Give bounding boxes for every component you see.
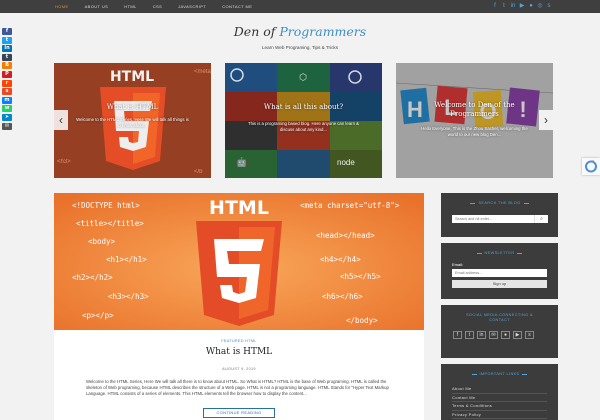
banner-code-tag: <h4></h4> [320,255,361,264]
nav-css[interactable]: CSS [145,4,170,9]
slide-title: What is all this about? [263,103,344,111]
svg-text:</b: </b [194,169,203,175]
slide-welcome[interactable]: H L O ! Welcome to Den of the Programmer… [396,63,553,178]
email-label: Email: [452,262,464,267]
banner-code-tag: <h1></h1> [106,255,147,264]
newsletter-widget: Newsletter Email: Sign up [441,243,558,299]
carousel-next-button[interactable]: › [539,110,553,130]
social-icons-row: f t in ✉ ● ▶ s [453,331,537,339]
email-field[interactable] [452,269,547,277]
nav-html[interactable]: Html [116,4,145,9]
blogger-icon[interactable]: B [2,62,12,70]
nav-home[interactable]: Home [52,4,77,9]
facebook-icon[interactable]: f [453,331,462,339]
slide-title: Welcome to Den of the Programmers [434,101,515,118]
recaptcha-badge[interactable] [582,158,600,175]
banner-code-tag: </body> [346,316,378,325]
linkedin-icon[interactable]: in [510,3,516,9]
banner-code-tag: <h5></h5> [340,272,381,281]
featured-post-image[interactable]: HTML <!DOCTYPE html> <title></title> <body… [54,193,424,330]
featured-post-card: FEATURED HTML What is HTML AUGUST 9, 201… [54,330,424,420]
banner-code-tag: <!DOCTYPE html> [72,201,140,210]
post-categories[interactable]: FEATURED HTML [54,339,424,343]
link-about-me[interactable]: About Me [452,385,547,394]
instagram-icon[interactable]: ◎ [537,3,543,9]
widget-title: Important Links [471,372,528,376]
email-icon[interactable]: ✉ [489,331,498,339]
widget-title: Newsletter [476,251,523,255]
svg-text:node: node [337,158,355,167]
skype-icon[interactable]: s [525,331,534,339]
banner-code-tag: <h6></h6> [322,292,363,301]
linkedin-icon[interactable]: in [477,331,486,339]
stumbleupon-icon[interactable]: s [2,88,12,96]
site-tagline: Learn Web Programing, Tips & Tricks [262,45,338,50]
link-contact-me[interactable]: Contact Me [452,394,547,402]
site-title[interactable]: Den of Programmers [0,24,600,39]
main-menu: Home About Us Html CSS JavaScript Contac… [52,0,260,13]
post-date: AUGUST 9, 2019 [222,367,256,371]
search-input[interactable] [452,215,534,223]
slide-what-is-html[interactable]: HTML <meta <h3> </b What is HTML Welcome… [54,63,211,178]
github-icon[interactable]: ● [528,3,534,9]
svg-text:⬡: ⬡ [299,72,307,82]
social-widget: Social Media Connecting & Contact f t in… [441,305,558,358]
slide-excerpt: Hello Everyone, This is the Zhou Sacher,… [421,126,528,137]
svg-text:HTML: HTML [110,69,154,85]
banner-code-tag: <p></p> [82,311,114,320]
tumblr-icon[interactable]: t [2,53,12,61]
continue-reading-button[interactable]: CONTINUE READING [203,408,275,418]
youtube-icon[interactable]: ▶ [513,331,522,339]
youtube-icon[interactable]: ▶ [519,3,525,9]
site-title-part2: Programmers [279,24,367,39]
slide-what-is-all-this-about[interactable]: ⬡ 🤖 node What is all this about? This is… [225,63,382,178]
top-social-icons: f t in ▶ ● ◎ s [489,3,552,9]
share-bar: f t in t B Pr s m w ➤ ✉ [2,28,12,131]
carousel-prev-button[interactable]: ‹ [54,110,68,130]
slide-excerpt: This is a programing based blog. Here an… [247,121,360,132]
search-widget: Search the Blog ⌕ [441,193,558,237]
recaptcha-icon [585,160,597,173]
email-icon[interactable]: ✉ [2,122,12,130]
banner-code-tag: <head></head> [316,231,375,240]
svg-text:<meta: <meta [194,69,211,75]
whatsapp-icon[interactable]: w [2,105,12,113]
banner-code-tag: <meta charset="utf-8"> [300,201,400,210]
link-terms[interactable]: Terms & Conditions [452,402,547,411]
pinterest-icon[interactable]: P [2,70,12,78]
top-navigation-bar: Home About Us Html CSS JavaScript Contac… [0,0,600,13]
telegram-icon[interactable]: ➤ [2,113,12,121]
github-icon[interactable]: ● [501,331,510,339]
svg-text:<h3>: <h3> [57,159,71,165]
widget-title: Social Media Connecting & Contact [466,313,533,322]
messenger-icon[interactable]: m [2,96,12,104]
banner-code-tag: <body> [88,237,116,246]
nav-javascript[interactable]: JavaScript [170,4,214,9]
nav-about-us[interactable]: About Us [77,4,117,9]
html5-banner-image: HTML <!DOCTYPE html> <title></title> <body… [54,193,424,330]
banner-code-tag: <h3></h3> [108,292,149,301]
svg-text:🤖: 🤖 [236,156,247,167]
post-excerpt: Welcome to the HTML Series, Here We will… [86,379,389,397]
banner-logo-text: HTML [209,197,269,219]
reddit-icon[interactable]: r [2,79,12,87]
site-title-part1: Den of [233,24,280,39]
skype-icon[interactable]: s [546,3,552,9]
important-links-list: About Me Contact Me Terms & Conditions P… [452,385,547,419]
nav-contact-me[interactable]: Contact Me [214,4,260,9]
post-title[interactable]: What is HTML [54,347,424,357]
twitter-icon[interactable]: t [465,331,474,339]
slide-excerpt: Welcome to the HTML Series, Here We will… [76,117,189,128]
widget-title: Search the Blog [470,201,529,205]
search-icon[interactable]: ⌕ [534,215,548,223]
banner-code-tag: <title></title> [76,219,144,228]
link-privacy-policy[interactable]: Privacy Policy [452,411,547,419]
twitter-icon[interactable]: t [501,3,507,9]
slide-title: What is HTML [106,103,159,111]
facebook-icon[interactable]: f [492,3,498,9]
important-links-widget: Important Links About Me Contact Me Term… [441,364,558,420]
banner-code-tag: <h2></h2> [72,273,113,282]
signup-button[interactable]: Sign up [452,280,547,288]
